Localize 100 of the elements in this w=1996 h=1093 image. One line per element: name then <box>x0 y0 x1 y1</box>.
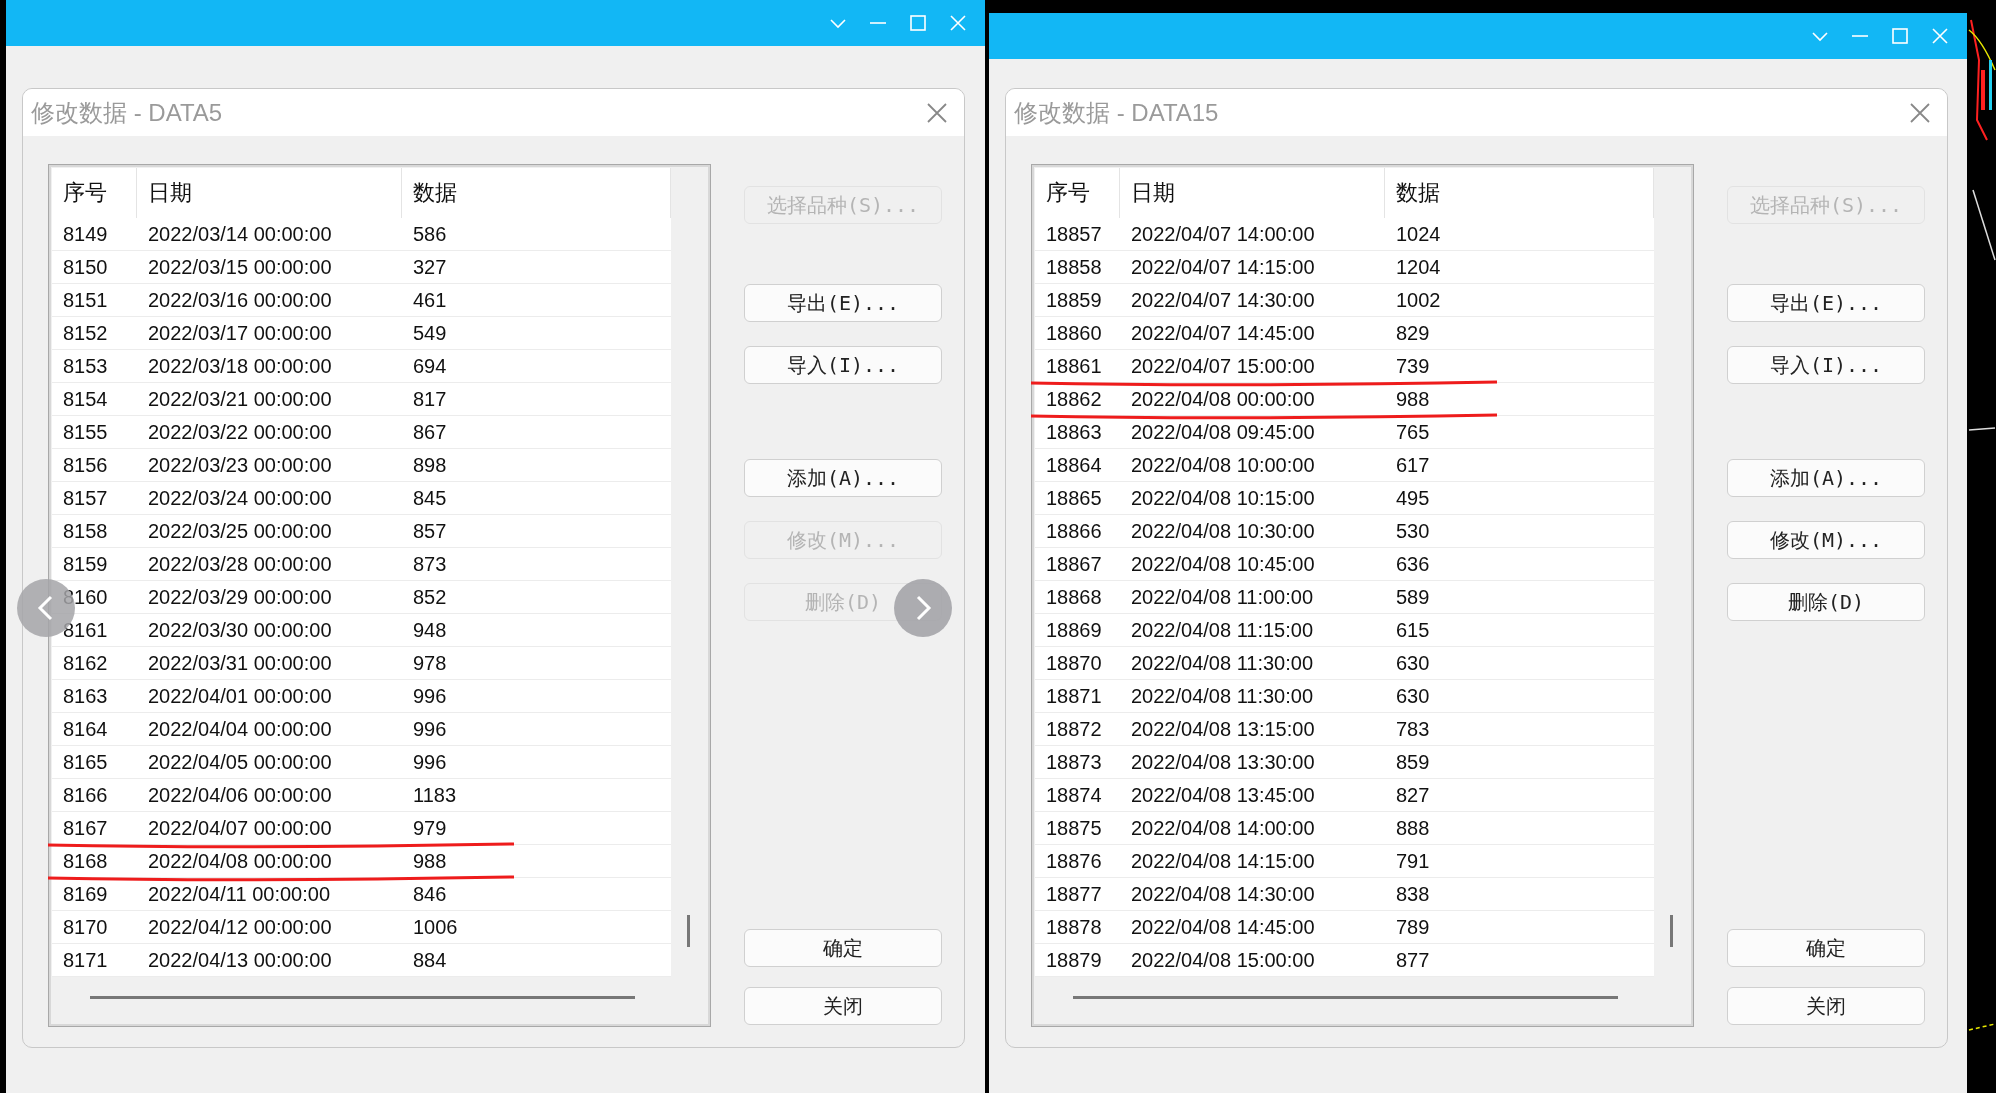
table-row[interactable]: 8159 2022/03/28 00:00:00 873 <box>52 548 671 581</box>
table-row[interactable]: 18873 2022/04/08 13:30:00 859 <box>1035 746 1654 779</box>
table-row[interactable]: 18857 2022/04/07 14:00:00 1024 <box>1035 218 1654 251</box>
table-row[interactable]: 18869 2022/04/08 11:15:00 615 <box>1035 614 1654 647</box>
table-row[interactable]: 18862 2022/04/08 00:00:00 988 <box>1035 383 1654 416</box>
table-cell-text: 2022/04/01 00:00:00 <box>147 684 333 708</box>
column-header[interactable]: 数据 <box>1385 168 1654 218</box>
table-row[interactable]: 8155 2022/03/22 00:00:00 867 <box>52 416 671 449</box>
table-row[interactable]: 18860 2022/04/07 14:45:00 829 <box>1035 317 1654 350</box>
table-cell-text: 884 <box>412 948 448 972</box>
dialog-button[interactable]: 导出(E)... <box>744 284 942 322</box>
scrollbar-thumb[interactable] <box>1670 915 1673 947</box>
dialog-button[interactable]: 添加(A)... <box>744 459 942 497</box>
table-row[interactable]: 8170 2022/04/12 00:00:00 1006 <box>52 911 671 944</box>
table-cell-text: 2022/04/11 00:00:00 <box>147 882 332 906</box>
dialog-button[interactable]: 确定 <box>744 929 942 967</box>
table-cell-text: 2022/04/08 11:15:00 <box>1130 618 1315 642</box>
table-row[interactable]: 18859 2022/04/07 14:30:00 1002 <box>1035 284 1654 317</box>
table-row[interactable]: 18872 2022/04/08 13:15:00 783 <box>1035 713 1654 746</box>
dialog-button[interactable]: 关闭 <box>744 987 942 1025</box>
table-row[interactable]: 8169 2022/04/11 00:00:00 846 <box>52 878 671 911</box>
dialog-button[interactable]: 添加(A)... <box>1727 459 1925 497</box>
table-cell-text: 873 <box>412 552 448 576</box>
table-cell-text: 789 <box>1395 915 1431 939</box>
table-cell-text: 867 <box>412 420 448 444</box>
table-row[interactable]: 18870 2022/04/08 11:30:00 630 <box>1035 647 1654 680</box>
table-row[interactable]: 18878 2022/04/08 14:45:00 789 <box>1035 911 1654 944</box>
scrollbar-thumb[interactable] <box>1073 996 1618 999</box>
table-row[interactable]: 18858 2022/04/07 14:15:00 1204 <box>1035 251 1654 284</box>
next-arrow-overlay[interactable] <box>893 578 953 638</box>
table-cell-text: 8167 <box>62 816 109 840</box>
scrollbar-thumb[interactable] <box>90 996 635 999</box>
column-header[interactable]: 日期 <box>137 168 402 218</box>
table-cell-text: 8149 <box>62 222 109 246</box>
table-row[interactable]: 8156 2022/03/23 00:00:00 898 <box>52 449 671 482</box>
table-row[interactable]: 18864 2022/04/08 10:00:00 617 <box>1035 449 1654 482</box>
column-header[interactable]: 序号 <box>52 168 137 218</box>
table-row[interactable]: 8171 2022/04/13 00:00:00 884 <box>52 944 671 977</box>
table-cell-text: 857 <box>412 519 448 543</box>
table-cell-text: 2022/04/08 13:15:00 <box>1130 717 1316 741</box>
dialog-button[interactable]: 关闭 <box>1727 987 1925 1025</box>
table-row[interactable]: 8168 2022/04/08 00:00:00 988 <box>52 845 671 878</box>
table-row[interactable]: 8157 2022/03/24 00:00:00 845 <box>52 482 671 515</box>
table-cell-text: 8158 <box>62 519 109 543</box>
dialog-button[interactable]: 导入(I)... <box>744 346 942 384</box>
dialog-button[interactable]: 导出(E)... <box>1727 284 1925 322</box>
table-row[interactable]: 18874 2022/04/08 13:45:00 827 <box>1035 779 1654 812</box>
table-row[interactable]: 8158 2022/03/25 00:00:00 857 <box>52 515 671 548</box>
table-row[interactable]: 8149 2022/03/14 00:00:00 586 <box>52 218 671 251</box>
table-cell-text: 739 <box>1395 354 1431 378</box>
table-row[interactable]: 18863 2022/04/08 09:45:00 765 <box>1035 416 1654 449</box>
table-cell-text: 852 <box>412 585 448 609</box>
table-row[interactable]: 18867 2022/04/08 10:45:00 636 <box>1035 548 1654 581</box>
table-row[interactable]: 8154 2022/03/21 00:00:00 817 <box>52 383 671 416</box>
table-cell-text: 18875 <box>1045 816 1103 840</box>
table-cell-text: 18864 <box>1045 453 1103 477</box>
table-row[interactable]: 8152 2022/03/17 00:00:00 549 <box>52 317 671 350</box>
table-row[interactable]: 18877 2022/04/08 14:30:00 838 <box>1035 878 1654 911</box>
table-cell-text: 1183 <box>412 783 457 807</box>
table-cell-text: 586 <box>412 222 448 246</box>
table-row[interactable]: 8163 2022/04/01 00:00:00 996 <box>52 680 671 713</box>
table-row[interactable]: 18871 2022/04/08 11:30:00 630 <box>1035 680 1654 713</box>
table-row[interactable]: 18861 2022/04/07 15:00:00 739 <box>1035 350 1654 383</box>
table-cell-text: 8169 <box>62 882 109 906</box>
table-cell-text: 630 <box>1395 651 1431 675</box>
dialog-button[interactable]: 删除(D) <box>1727 583 1925 621</box>
table-cell-text: 18858 <box>1045 255 1103 279</box>
dialog-button[interactable]: 导入(I)... <box>1727 346 1925 384</box>
table-row[interactable]: 8151 2022/03/16 00:00:00 461 <box>52 284 671 317</box>
table-row[interactable]: 8167 2022/04/07 00:00:00 979 <box>52 812 671 845</box>
dialog-button[interactable]: 确定 <box>1727 929 1925 967</box>
dialog-button[interactable]: 修改(M)... <box>1727 521 1925 559</box>
maximize-icon[interactable] <box>1891 27 1909 45</box>
table-row[interactable]: 8165 2022/04/05 00:00:00 996 <box>52 746 671 779</box>
column-header[interactable]: 日期 <box>1120 168 1385 218</box>
dialog-title: 修改数据 - DATA5 <box>31 97 223 128</box>
table-cell-text: 8164 <box>62 717 109 741</box>
column-header[interactable]: 数据 <box>402 168 671 218</box>
table-row[interactable]: 18875 2022/04/08 14:00:00 888 <box>1035 812 1654 845</box>
scrollbar-thumb[interactable] <box>687 915 690 947</box>
table-row[interactable]: 18865 2022/04/08 10:15:00 495 <box>1035 482 1654 515</box>
table-row[interactable]: 8153 2022/03/18 00:00:00 694 <box>52 350 671 383</box>
maximize-icon[interactable] <box>909 14 927 32</box>
column-header[interactable]: 序号 <box>1035 168 1120 218</box>
table-row[interactable]: 18879 2022/04/08 15:00:00 877 <box>1035 944 1654 977</box>
table-cell-text: 1204 <box>1395 255 1442 279</box>
table-row[interactable]: 18866 2022/04/08 10:30:00 530 <box>1035 515 1654 548</box>
table-cell-text: 817 <box>412 387 448 411</box>
close-icon[interactable] <box>926 101 948 124</box>
table-cell-text: 2022/04/08 14:15:00 <box>1130 849 1316 873</box>
table-row[interactable]: 8150 2022/03/15 00:00:00 327 <box>52 251 671 284</box>
table-row[interactable]: 8162 2022/03/31 00:00:00 978 <box>52 647 671 680</box>
table-cell-text: 530 <box>1395 519 1431 543</box>
table-cell-text: 2022/03/23 00:00:00 <box>147 453 333 477</box>
close-icon[interactable] <box>1909 101 1931 124</box>
table-row[interactable]: 8164 2022/04/04 00:00:00 996 <box>52 713 671 746</box>
table-row[interactable]: 18868 2022/04/08 11:00:00 589 <box>1035 581 1654 614</box>
table-row[interactable]: 18876 2022/04/08 14:15:00 791 <box>1035 845 1654 878</box>
table-cell-text: 996 <box>412 750 448 774</box>
table-row[interactable]: 8166 2022/04/06 00:00:00 1183 <box>52 779 671 812</box>
